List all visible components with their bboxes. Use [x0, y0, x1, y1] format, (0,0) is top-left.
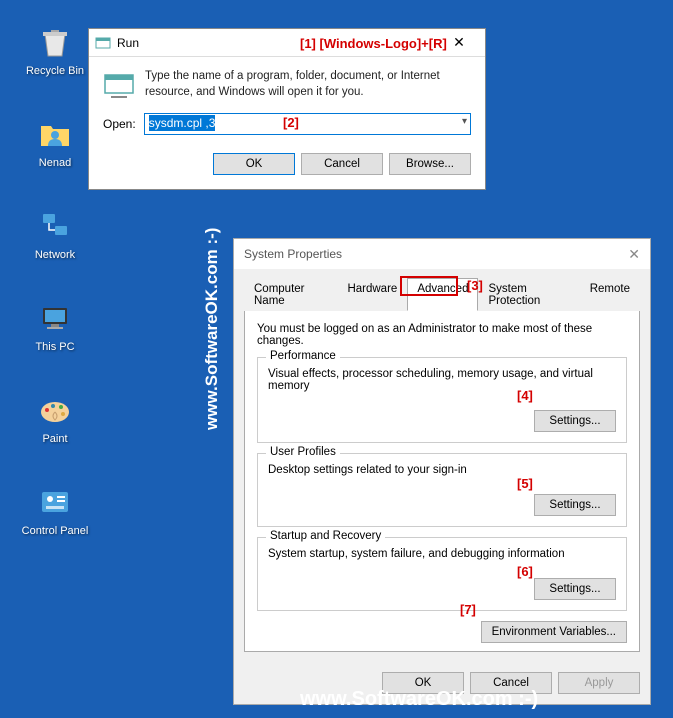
- desktop-icon-this-pc[interactable]: This PC: [20, 298, 90, 353]
- group-user-profiles: User Profiles Desktop settings related t…: [257, 453, 627, 527]
- tab-hardware[interactable]: Hardware: [337, 278, 407, 311]
- tab-computer-name[interactable]: Computer Name: [244, 278, 337, 311]
- desktop-icon-label: This PC: [20, 341, 90, 353]
- chevron-down-icon[interactable]: ▾: [462, 116, 467, 127]
- desktop-icon-recycle-bin[interactable]: Recycle Bin: [20, 22, 90, 77]
- run-description: Type the name of a program, folder, docu…: [145, 69, 471, 101]
- group-desc: Desktop settings related to your sign-in: [268, 464, 616, 476]
- run-input[interactable]: sysdm.cpl ,3 ▾: [144, 113, 471, 135]
- user-profiles-settings-button[interactable]: Settings...: [534, 494, 616, 516]
- sysprop-title: System Properties: [244, 247, 628, 261]
- performance-settings-button[interactable]: Settings...: [534, 410, 616, 432]
- sysprop-titlebar[interactable]: System Properties ✕: [234, 239, 650, 269]
- run-icon: [95, 35, 111, 51]
- watermark-side: www.SoftwareOK.com :-): [202, 228, 222, 430]
- environment-variables-button[interactable]: Environment Variables...: [481, 621, 627, 643]
- close-icon[interactable]: ✕: [628, 246, 640, 263]
- desktop-icon-label: Control Panel: [20, 525, 90, 537]
- open-label: Open:: [103, 117, 136, 131]
- system-properties-dialog: System Properties ✕ Computer Name Hardwa…: [233, 238, 651, 705]
- this-pc-icon: [35, 298, 75, 338]
- tab-remote[interactable]: Remote: [580, 278, 640, 311]
- run-titlebar[interactable]: Run ✕: [89, 29, 485, 57]
- desktop-icon-paint[interactable]: Paint: [20, 390, 90, 445]
- desktop-icon-user-folder[interactable]: Nenad: [20, 114, 90, 169]
- paint-icon: [35, 390, 75, 430]
- group-startup-recovery: Startup and Recovery System startup, sys…: [257, 537, 627, 611]
- run-title: Run: [117, 36, 439, 50]
- network-icon: [35, 206, 75, 246]
- desktop-icon-network[interactable]: Network: [20, 206, 90, 261]
- admin-note: You must be logged on as an Administrato…: [257, 323, 627, 347]
- desktop-icon-label: Nenad: [20, 157, 90, 169]
- ok-button[interactable]: OK: [213, 153, 295, 175]
- user-folder-icon: [35, 114, 75, 154]
- group-legend: User Profiles: [266, 446, 340, 458]
- desktop-icon-label: Paint: [20, 433, 90, 445]
- tab-system-protection[interactable]: System Protection: [478, 278, 579, 311]
- control-panel-icon: [35, 482, 75, 522]
- group-desc: System startup, system failure, and debu…: [268, 548, 616, 560]
- run-dialog: Run ✕ Type the name of a program, folder…: [88, 28, 486, 190]
- desktop-icon-label: Network: [20, 249, 90, 261]
- recycle-bin-icon: [35, 22, 75, 62]
- desktop-icon-label: Recycle Bin: [20, 65, 90, 77]
- run-body-icon: [103, 69, 135, 101]
- startup-settings-button[interactable]: Settings...: [534, 578, 616, 600]
- tab-advanced[interactable]: Advanced: [407, 278, 478, 311]
- group-legend: Startup and Recovery: [266, 530, 385, 542]
- group-performance: Performance Visual effects, processor sc…: [257, 357, 627, 443]
- tab-strip: Computer Name Hardware Advanced System P…: [244, 277, 640, 311]
- group-legend: Performance: [266, 350, 340, 362]
- group-desc: Visual effects, processor scheduling, me…: [268, 368, 616, 392]
- browse-button[interactable]: Browse...: [389, 153, 471, 175]
- tab-content-advanced: You must be logged on as an Administrato…: [244, 311, 640, 652]
- cancel-button[interactable]: Cancel: [301, 153, 383, 175]
- apply-button[interactable]: Apply: [558, 672, 640, 694]
- desktop-icon-control-panel[interactable]: Control Panel: [20, 482, 90, 537]
- close-icon[interactable]: ✕: [439, 34, 479, 51]
- watermark-bottom: www.SoftwareOK.com :-): [300, 688, 538, 711]
